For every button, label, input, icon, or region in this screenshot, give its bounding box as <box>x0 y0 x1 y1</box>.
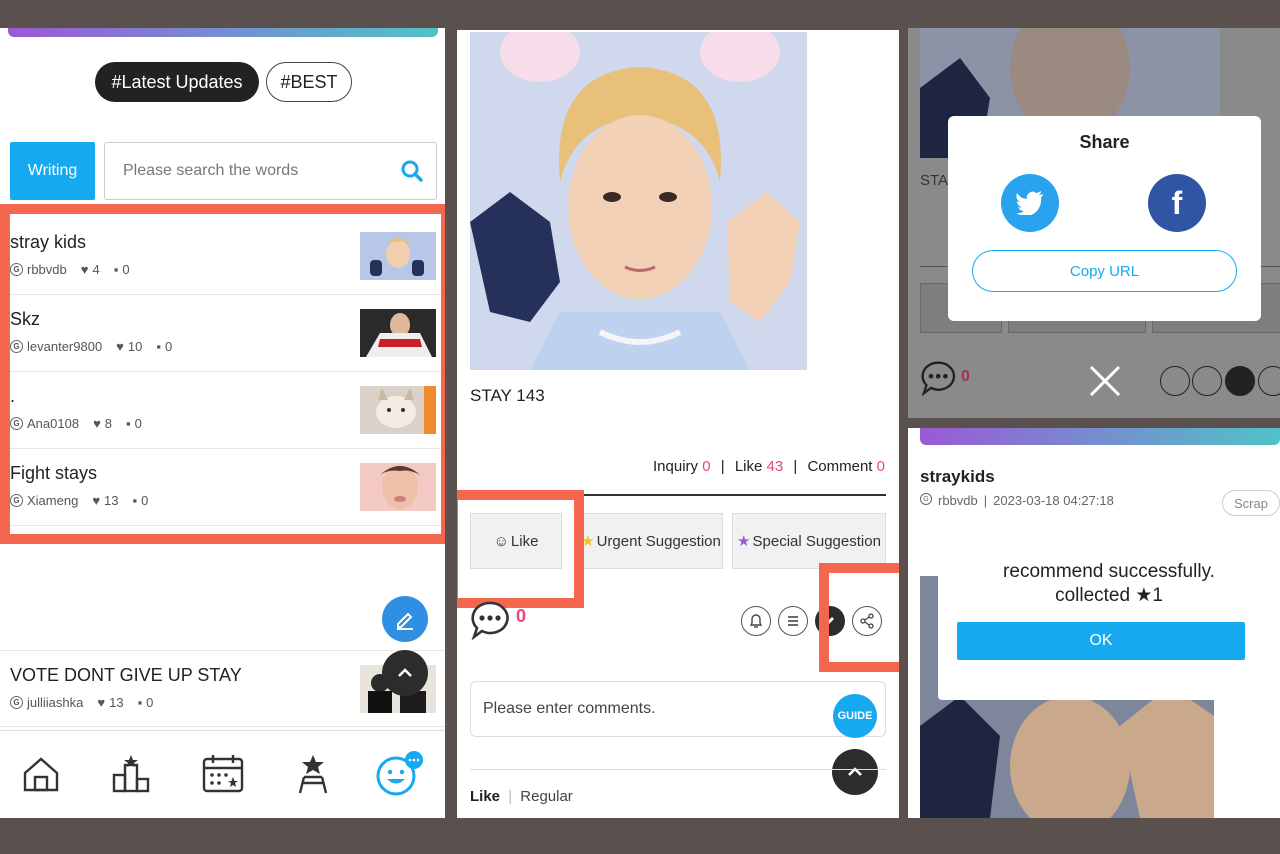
post-title-partial: STA <box>920 172 949 189</box>
urgent-suggestion-label: Urgent Suggestion <box>596 532 721 550</box>
menu-icon <box>1192 366 1222 396</box>
comment-count-large: 0 <box>516 606 527 626</box>
recommend-message: recommend successfully. collected ★1 <box>938 560 1280 608</box>
comment-bubble-icon <box>471 601 509 640</box>
facebook-icon[interactable]: f <box>1148 174 1206 232</box>
author-icon: G <box>10 696 23 709</box>
recommend-line-2: collected ★1 <box>1055 585 1163 606</box>
heart-icon: ♥ <box>97 695 106 710</box>
like-label: Like <box>734 458 763 475</box>
comment-count: 0 <box>876 458 885 475</box>
gradient-bar <box>920 428 1280 445</box>
inquiry-count: 0 <box>702 458 711 475</box>
smiley-chat-icon[interactable] <box>374 749 424 799</box>
recommend-modal: recommend successfully. collected ★1 OK <box>938 528 1280 700</box>
post-author: julliiashka <box>27 695 84 710</box>
post-meta: Gjulliiashka ♥ 13 ▪ 0 <box>10 695 153 710</box>
scrap-button[interactable]: Scrap <box>1222 490 1280 516</box>
post-stats: Inquiry 0 | Like 43 | Comment 0 <box>653 458 885 475</box>
post-comments: 0 <box>146 695 154 710</box>
share-modal: Share f Copy URL <box>948 116 1261 321</box>
inquiry-label: Inquiry <box>653 458 699 475</box>
search-box <box>104 142 437 200</box>
comment-bubble-icon <box>921 361 956 396</box>
bell-icon[interactable] <box>741 606 771 636</box>
comment-placeholder: Please enter comments. <box>483 700 656 717</box>
sort-options: Like | Regular <box>470 788 573 805</box>
calendar-icon[interactable] <box>198 749 248 799</box>
urgent-suggestion-button[interactable]: ★ Urgent Suggestion <box>579 513 723 569</box>
share-dialog-panel: STA 0 Share f Copy URL <box>908 28 1280 418</box>
search-input[interactable] <box>123 162 383 180</box>
highlight-box-post-list <box>0 204 445 544</box>
author-icon: G <box>920 493 932 505</box>
write-fab-button[interactable] <box>382 596 428 642</box>
post-title: VOTE DONT GIVE UP STAY <box>10 665 242 685</box>
recommend-line-1: recommend successfully. <box>1003 561 1215 582</box>
comment-input[interactable]: Please enter comments. <box>470 681 886 737</box>
menu-icon[interactable] <box>778 606 808 636</box>
copy-url-button[interactable]: Copy URL <box>972 250 1237 292</box>
ranking-icon[interactable] <box>106 749 156 799</box>
writing-button[interactable]: Writing <box>10 142 95 200</box>
tab-best[interactable]: #BEST <box>266 62 352 102</box>
special-suggestion-button[interactable]: ★ Special Suggestion <box>732 513 886 569</box>
rainbow-star-icon: ★ <box>737 533 751 550</box>
comment-label: Comment <box>807 458 873 475</box>
post-image <box>470 32 807 370</box>
list-item[interactable]: VOTE DONT GIVE UP STAY Gjulliiashka ♥ 13 … <box>0 650 445 727</box>
sort-like[interactable]: Like <box>470 788 500 805</box>
bottom-tab-bar <box>0 730 445 818</box>
post-detail-panel: STAY 143 Inquiry 0 | Like 43 | Comment 0… <box>457 30 899 818</box>
home-icon[interactable] <box>16 749 66 799</box>
edit-icon <box>1225 366 1255 396</box>
search-icon[interactable] <box>400 159 424 188</box>
gradient-bar <box>8 28 438 37</box>
guide-button[interactable]: GUIDE <box>833 694 877 738</box>
highlight-box-share <box>819 563 899 672</box>
ok-button[interactable]: OK <box>957 622 1245 660</box>
like-count: 43 <box>766 458 784 475</box>
twitter-icon[interactable] <box>1001 174 1059 232</box>
divider <box>470 769 886 770</box>
post2-meta: G rbbvdb | 2023-03-18 04:27:18 <box>920 493 1114 508</box>
share-title: Share <box>1079 132 1130 152</box>
post-likes: 13 <box>109 695 124 710</box>
post2-author: rbbvdb <box>938 493 978 508</box>
scroll-top-button[interactable] <box>832 749 878 795</box>
special-suggestion-label: Special Suggestion <box>752 532 881 550</box>
recommend-dialog-panel: straykids G rbbvdb | 2023-03-18 04:27:18… <box>908 428 1280 818</box>
idol-star-icon[interactable] <box>288 749 338 799</box>
comment-count: 0 <box>961 368 970 385</box>
post2-date: 2023-03-18 04:27:18 <box>993 493 1114 508</box>
comment-icon: ▪ <box>137 695 143 710</box>
bell-icon <box>1160 366 1190 396</box>
post-title: STAY 143 <box>470 386 545 405</box>
close-icon[interactable] <box>1088 364 1122 398</box>
post2-title: straykids <box>920 467 995 486</box>
sort-regular[interactable]: Regular <box>520 788 573 805</box>
scroll-top-button[interactable] <box>382 650 428 696</box>
share-icon <box>1258 366 1280 396</box>
tab-latest-updates[interactable]: #Latest Updates <box>95 62 259 102</box>
highlight-box-like <box>457 490 584 608</box>
community-list-panel: #Latest Updates #BEST Writing stray kids… <box>0 28 445 818</box>
